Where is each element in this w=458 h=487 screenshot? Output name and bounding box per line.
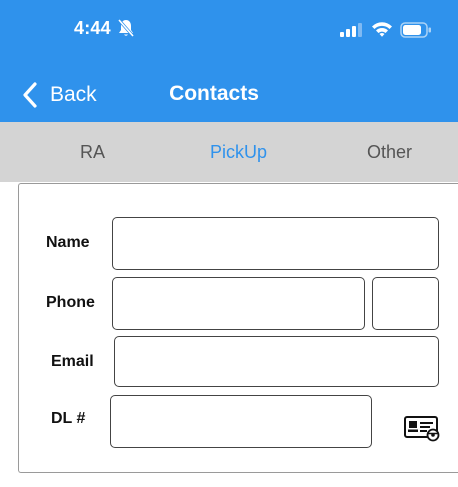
email-label: Email <box>51 353 94 370</box>
phone-label: Phone <box>46 294 95 311</box>
cellular-signal-icon <box>340 23 362 37</box>
dl-number-input[interactable] <box>110 395 372 448</box>
wifi-icon <box>372 22 392 37</box>
phone-input[interactable] <box>112 277 365 330</box>
tab-pickup[interactable]: PickUp <box>210 142 267 163</box>
status-time: 4:44 <box>74 18 111 38</box>
tab-ra[interactable]: RA <box>80 142 105 163</box>
name-label: Name <box>46 234 90 251</box>
battery-icon <box>400 22 431 38</box>
tab-other[interactable]: Other <box>367 142 412 163</box>
page-title: Contacts <box>169 82 259 105</box>
id-card-scan-icon[interactable] <box>404 416 440 442</box>
name-input[interactable] <box>112 217 439 270</box>
dl-label: DL # <box>51 410 86 427</box>
tab-bar: RA PickUp Other <box>0 122 458 182</box>
app-header: 4:44 Back Contacts <box>0 0 458 122</box>
email-input[interactable] <box>114 336 439 387</box>
phone-extension-input[interactable] <box>372 277 439 330</box>
bell-slash-icon <box>117 19 135 37</box>
